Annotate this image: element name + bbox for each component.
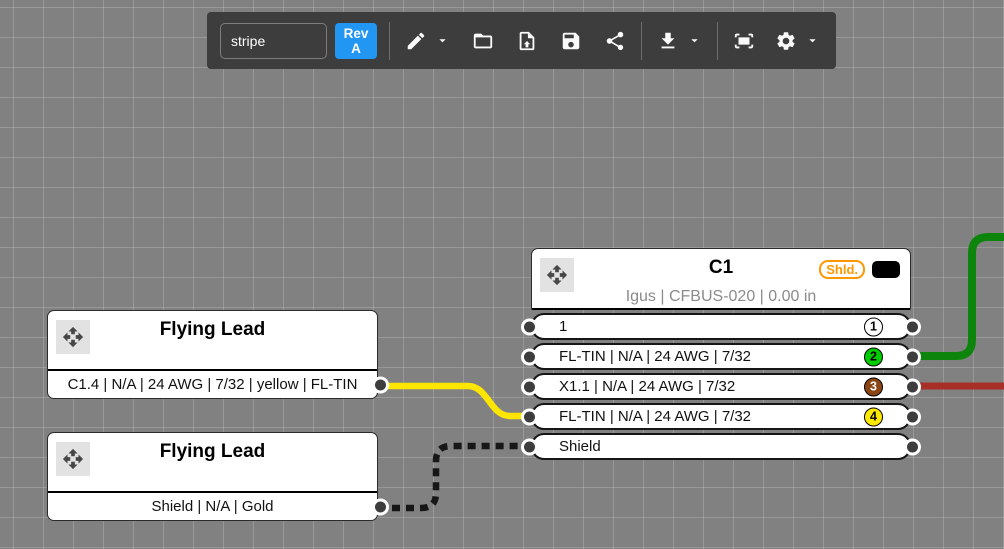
port-right[interactable]	[904, 378, 921, 395]
port-left[interactable]	[521, 378, 538, 395]
settings-dropdown-button[interactable]	[802, 30, 823, 51]
move-icon	[546, 264, 568, 286]
cable-node-c1: C1 Igus | CFBUS-020 | 0.00 in Shld. 1 1 …	[531, 248, 911, 460]
fit-screen-button[interactable]	[730, 27, 758, 55]
file-upload-icon	[516, 30, 538, 52]
row-label: Shield | N/A | Gold	[151, 498, 273, 515]
cable-row-2: FL-TIN | N/A | 24 AWG | 7/32 2	[531, 343, 911, 370]
move-handle[interactable]	[56, 442, 90, 476]
row-label: C1.4 | N/A | 24 AWG | 7/32 | yellow | FL…	[68, 376, 358, 393]
row-label: X1.1 | N/A | 24 AWG | 7/32	[559, 378, 735, 395]
download-dropdown-button[interactable]	[684, 30, 705, 51]
port-right[interactable]	[904, 318, 921, 335]
row-label: 1	[559, 318, 567, 335]
edit-dropdown-button[interactable]	[432, 30, 453, 51]
lead-row: C1.4 | N/A | 24 AWG | 7/32 | yellow | FL…	[48, 371, 377, 398]
diagram-canvas[interactable]: Rev A	[0, 0, 1004, 549]
lead-row: Shield | N/A | Gold	[48, 493, 377, 520]
share-button[interactable]	[601, 27, 629, 55]
flying-lead-node-1: Flying Lead C1.4 | N/A | 24 AWG | 7/32 |…	[47, 310, 378, 399]
settings-button[interactable]	[772, 27, 800, 55]
move-handle[interactable]	[56, 320, 90, 354]
import-file-button[interactable]	[513, 27, 541, 55]
port-left[interactable]	[521, 408, 538, 425]
revision-button[interactable]: Rev A	[335, 23, 377, 59]
flying-lead-node-2: Flying Lead Shield | N/A | Gold	[47, 432, 378, 521]
pin-badge: 1	[864, 317, 883, 336]
chevron-down-icon	[687, 33, 702, 48]
cable-row-1: 1 1	[531, 313, 911, 340]
open-folder-button[interactable]	[469, 27, 497, 55]
port-right[interactable]	[904, 348, 921, 365]
port-right[interactable]	[904, 408, 921, 425]
pin-badge: 3	[864, 377, 883, 396]
toolbar-divider	[389, 22, 390, 60]
cable-color-swatch	[872, 261, 900, 278]
main-toolbar: Rev A	[207, 12, 836, 69]
row-label: FL-TIN | N/A | 24 AWG | 7/32	[559, 348, 751, 365]
port-left[interactable]	[521, 348, 538, 365]
node-header: Flying Lead	[48, 433, 377, 493]
node-subtitle: Igus | CFBUS-020 | 0.00 in	[532, 287, 910, 307]
edit-button[interactable]	[402, 27, 430, 55]
port-right[interactable]	[904, 438, 921, 455]
toolbar-divider	[641, 22, 642, 60]
folder-icon	[472, 30, 494, 52]
fit-screen-icon	[733, 30, 755, 52]
gear-icon	[775, 30, 797, 52]
save-button[interactable]	[557, 27, 585, 55]
wire-yellow[interactable]	[378, 386, 531, 416]
cable-node-header: C1 Igus | CFBUS-020 | 0.00 in Shld.	[531, 248, 911, 310]
harness-name-input[interactable]	[220, 23, 327, 59]
node-title: Flying Lead	[48, 433, 377, 471]
node-title: Flying Lead	[48, 311, 377, 349]
node-header: Flying Lead	[48, 311, 377, 371]
save-icon	[560, 30, 582, 52]
chevron-down-icon	[805, 33, 820, 48]
header-badges: Shld.	[819, 260, 900, 279]
toolbar-divider	[717, 22, 718, 60]
row-label: FL-TIN | N/A | 24 AWG | 7/32	[559, 408, 751, 425]
wire-shield-dashed[interactable]	[378, 446, 531, 508]
port-right[interactable]	[372, 498, 389, 515]
port-left[interactable]	[521, 318, 538, 335]
pin-badge: 2	[864, 347, 883, 366]
move-icon	[62, 326, 84, 348]
port-left[interactable]	[521, 438, 538, 455]
edit-icon	[405, 30, 427, 52]
cable-row-shield: Shield	[531, 433, 911, 460]
download-icon	[657, 30, 679, 52]
move-handle[interactable]	[540, 258, 574, 292]
cable-row-4: FL-TIN | N/A | 24 AWG | 7/32 4	[531, 403, 911, 430]
cable-row-3: X1.1 | N/A | 24 AWG | 7/32 3	[531, 373, 911, 400]
shield-badge: Shld.	[819, 260, 865, 279]
share-icon	[604, 30, 626, 52]
port-right[interactable]	[372, 376, 389, 393]
wire-green[interactable]	[911, 237, 1004, 356]
pin-badge: 4	[864, 407, 883, 426]
move-icon	[62, 448, 84, 470]
row-label: Shield	[559, 438, 601, 455]
chevron-down-icon	[435, 33, 450, 48]
download-button[interactable]	[654, 27, 682, 55]
